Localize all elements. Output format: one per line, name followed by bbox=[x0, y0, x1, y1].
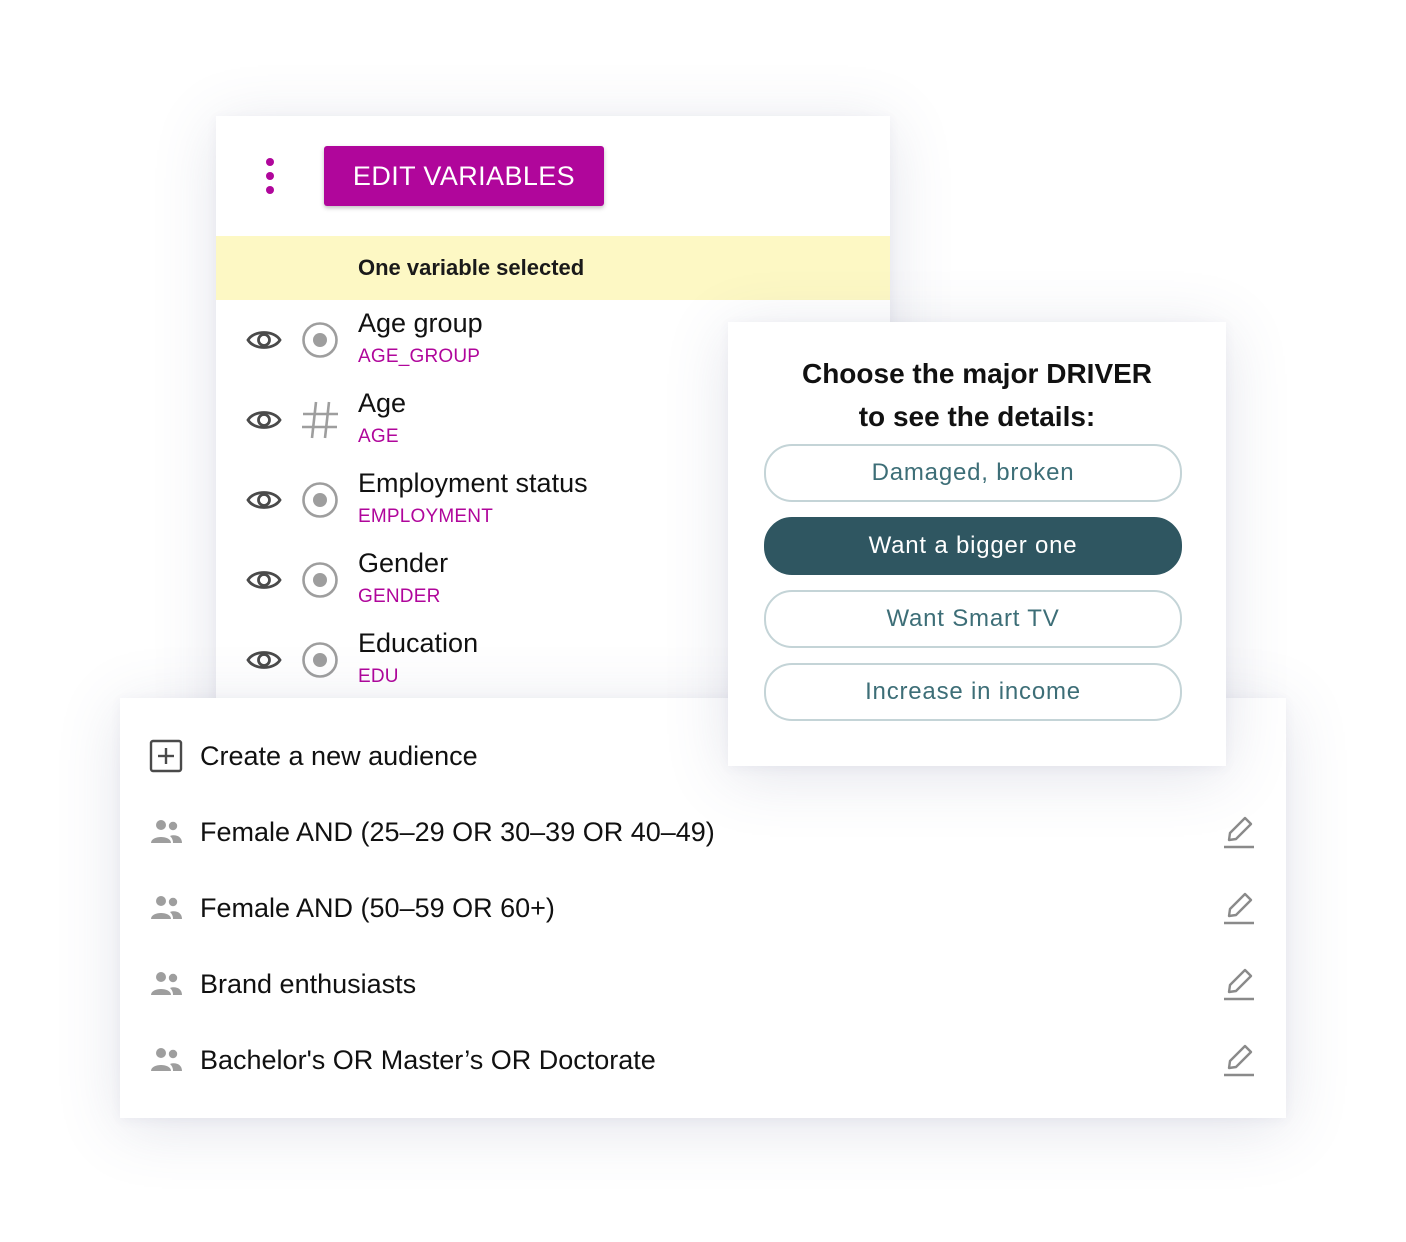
radio-icon bbox=[302, 322, 338, 358]
audience-label: Female AND (50–59 OR 60+) bbox=[200, 893, 555, 923]
more-options-icon[interactable] bbox=[254, 156, 286, 196]
hash-icon bbox=[302, 401, 338, 439]
edit-variables-button[interactable]: EDIT VARIABLES bbox=[324, 146, 604, 206]
driver-option-bigger[interactable]: Want a bigger one bbox=[764, 517, 1182, 575]
people-icon bbox=[151, 896, 182, 919]
people-icon bbox=[151, 972, 182, 995]
variable-code: EMPLOYMENT bbox=[358, 506, 494, 527]
variable-code: AGE bbox=[358, 426, 399, 447]
radio-icon bbox=[302, 562, 338, 598]
add-box-icon bbox=[149, 739, 183, 773]
driver-title-line-1: Choose the major DRIVER bbox=[801, 358, 1153, 389]
audience-item[interactable]: Brand enthusiasts bbox=[120, 946, 1286, 1022]
radio-icon bbox=[302, 482, 338, 518]
people-icon bbox=[151, 1048, 182, 1071]
audience-item[interactable]: Female AND (50–59 OR 60+) bbox=[120, 870, 1286, 946]
variable-code: EDU bbox=[358, 666, 399, 687]
stage: EDIT VARIABLES One variable selected Age… bbox=[0, 0, 1406, 1242]
variable-label: Employment status bbox=[358, 468, 588, 498]
edit-pencil-icon[interactable] bbox=[1220, 812, 1260, 852]
edit-pencil-icon[interactable] bbox=[1220, 964, 1260, 1004]
visibility-eye-icon[interactable] bbox=[246, 322, 282, 358]
visibility-eye-icon[interactable] bbox=[246, 642, 282, 678]
people-icon bbox=[151, 820, 182, 843]
visibility-eye-icon[interactable] bbox=[246, 562, 282, 598]
driver-title-line-2: to see the details: bbox=[858, 401, 1096, 432]
variable-label: Gender bbox=[358, 548, 449, 578]
selection-banner: One variable selected bbox=[216, 236, 890, 300]
variable-label: Education bbox=[358, 628, 479, 658]
audience-label: Brand enthusiasts bbox=[200, 969, 417, 999]
variables-toolbar: EDIT VARIABLES bbox=[216, 116, 890, 236]
edit-pencil-icon[interactable] bbox=[1220, 888, 1260, 928]
audience-item[interactable]: Female AND (25–29 OR 30–39 OR 40–49) bbox=[120, 794, 1286, 870]
driver-panel-title: Choose the major DRIVER to see the detai… bbox=[728, 352, 1226, 438]
driver-panel: Choose the major DRIVER to see the detai… bbox=[728, 322, 1226, 766]
variable-code: GENDER bbox=[358, 586, 441, 607]
driver-option-income[interactable]: Increase in income bbox=[764, 663, 1182, 721]
variable-code: AGE_GROUP bbox=[358, 346, 481, 367]
driver-option-damaged[interactable]: Damaged, broken bbox=[764, 444, 1182, 502]
audience-label: Bachelor's OR Master’s OR Doctorate bbox=[200, 1045, 656, 1075]
audience-label: Female AND (25–29 OR 30–39 OR 40–49) bbox=[200, 817, 715, 847]
selection-status: One variable selected bbox=[358, 255, 585, 280]
radio-icon bbox=[302, 642, 338, 678]
audience-item[interactable]: Bachelor's OR Master’s OR Doctorate bbox=[120, 1022, 1286, 1098]
variable-label: Age group bbox=[358, 308, 483, 338]
visibility-eye-icon[interactable] bbox=[246, 402, 282, 438]
edit-pencil-icon[interactable] bbox=[1220, 1040, 1260, 1080]
variable-label: Age bbox=[358, 388, 407, 418]
driver-option-smart-tv[interactable]: Want Smart TV bbox=[764, 590, 1182, 648]
create-audience-label: Create a new audience bbox=[200, 741, 478, 771]
visibility-eye-icon[interactable] bbox=[246, 482, 282, 518]
